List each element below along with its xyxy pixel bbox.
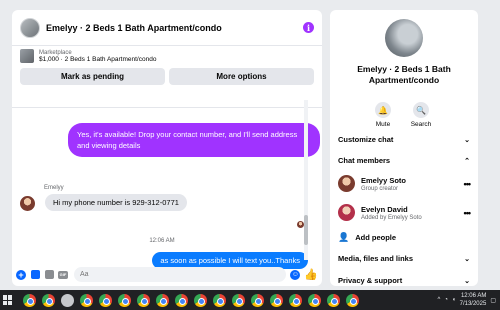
add-person-icon: 👤 [338,232,350,242]
chrome-icon[interactable] [137,293,150,307]
privacy-support-section[interactable]: Privacy & support ⌄ [338,276,470,285]
more-options-icon[interactable]: ••• [464,179,472,189]
message-timestamp: 12:06 AM [149,238,175,244]
clock-date: 7/13/2025 [459,301,487,307]
clock-time: 12:06 AM [460,293,487,299]
chrome-icon[interactable] [194,293,207,307]
notification-icon[interactable]: ▢ [490,297,496,304]
listing-price: $1,000 · 2 Beds 1 Bath Apartment/condo [39,55,157,63]
media-files-links-section[interactable]: Media, files and links ⌄ [338,254,470,263]
member-name: Evelyn David [361,204,408,214]
chrome-icon[interactable] [289,293,302,307]
clock[interactable]: 12:06 AM 7/13/2025 [460,292,487,308]
add-people-label: Add people [355,233,397,242]
chrome-icon[interactable] [80,293,93,307]
listing-actions: Mark as pending More options [20,68,314,85]
search-button[interactable]: 🔍 Search [406,102,436,128]
mark-as-pending-button[interactable]: Mark as pending [20,68,165,85]
member-name: Emelyy Soto [361,175,407,185]
member-row[interactable]: Evelyn David Added by Emelyy Soto ••• [338,204,472,221]
photo-icon[interactable] [30,270,40,280]
customize-chat-section[interactable]: Customize chat ⌄ [338,135,470,144]
incoming-message[interactable]: Hi my phone number is 929-312-0771 [45,194,187,211]
message-thread[interactable]: Yes, it's available! Drop your contact n… [12,108,322,269]
speaker-icon[interactable]: ◖ [452,297,456,303]
chat-title[interactable]: Emelyy · 2 Beds 1 Bath Apartment/condo [46,23,303,33]
chrome-icon[interactable] [232,293,245,307]
conversation-title: Emelyy · 2 Beds 1 Bath Apartment/condo [357,64,451,85]
wifi-icon[interactable]: ◔ [444,297,448,303]
chat-panel: Emelyy · 2 Beds 1 Bath Apartment/condo i… [12,10,322,286]
chat-header: Emelyy · 2 Beds 1 Bath Apartment/condo i [12,10,322,46]
chrome-icon[interactable] [346,293,359,307]
section-label: Customize chat [338,135,394,144]
section-label: Media, files and links [338,254,414,263]
listing-summary[interactable]: Marketplace $1,000 · 2 Beds 1 Bath Apart… [20,49,314,63]
avatar [338,175,355,192]
listing-thumbnail [20,49,34,63]
chrome-icon[interactable] [118,293,131,307]
info-icon[interactable]: i [303,22,314,33]
sender-avatar[interactable] [20,196,35,211]
taskbar-apps [23,293,359,307]
message-composer: + GIF ☺ 👍 [12,263,322,286]
message-input[interactable] [74,267,287,282]
section-label: Chat members [338,156,391,165]
avatar [338,204,355,221]
chevron-down-icon: ⌄ [464,136,470,144]
section-label: Privacy & support [338,276,403,285]
chevron-down-icon: ⌄ [464,255,470,263]
chrome-icon[interactable] [99,293,112,307]
chrome-icon[interactable] [175,293,188,307]
app-icon[interactable] [61,293,74,307]
sticker-icon[interactable] [44,270,54,280]
add-people-button[interactable]: 👤 Add people [338,232,396,243]
seen-indicator-avatar [297,221,304,228]
chrome-icon[interactable] [42,293,55,307]
search-icon: 🔍 [413,102,429,118]
mute-label: Mute [375,121,391,128]
chrome-icon[interactable] [156,293,169,307]
member-role: Added by Emelyy Soto [361,214,422,221]
conversation-avatar[interactable] [20,17,40,38]
more-options-button[interactable]: More options [169,68,314,85]
add-attachment-icon[interactable]: + [16,269,26,280]
outgoing-message[interactable]: Yes, it's available! Drop your contact n… [68,123,320,157]
conversation-info-panel: Emelyy · 2 Beds 1 Bath Apartment/condo 🔔… [330,10,478,286]
emoji-icon[interactable]: ☺ [290,269,301,280]
conversation-photo [385,19,423,57]
member-row[interactable]: Emelyy Soto Group creator ••• [338,175,472,192]
chevron-up-icon[interactable]: ^ [438,297,441,303]
chevron-up-icon: ⌃ [464,157,470,165]
thread-scrollbar-thumb[interactable] [304,215,308,245]
search-label: Search [410,121,432,128]
thumbs-up-icon[interactable]: 👍 [304,268,318,281]
mute-button[interactable]: 🔔 Mute [368,102,398,128]
system-tray: ^ ◔ ◖ 12:06 AM 7/13/2025 ▢ [438,290,496,310]
chevron-down-icon: ⌄ [464,277,470,285]
taskbar: ^ ◔ ◖ 12:06 AM 7/13/2025 ▢ [0,290,500,310]
sender-name: Emelyy [44,185,64,191]
windows-start-icon[interactable] [3,295,13,305]
chrome-icon[interactable] [327,293,340,307]
member-role: Group creator [361,185,399,192]
chrome-icon[interactable] [251,293,264,307]
chrome-icon[interactable] [308,293,321,307]
chrome-icon[interactable] [270,293,283,307]
chrome-icon[interactable] [23,293,36,307]
gif-icon[interactable]: GIF [58,270,68,280]
marketplace-listing: Marketplace $1,000 · 2 Beds 1 Bath Apart… [12,46,322,108]
chrome-icon[interactable] [213,293,226,307]
bell-icon: 🔔 [375,102,391,118]
more-options-icon[interactable]: ••• [464,208,472,218]
chat-members-section[interactable]: Chat members ⌃ [338,156,470,165]
